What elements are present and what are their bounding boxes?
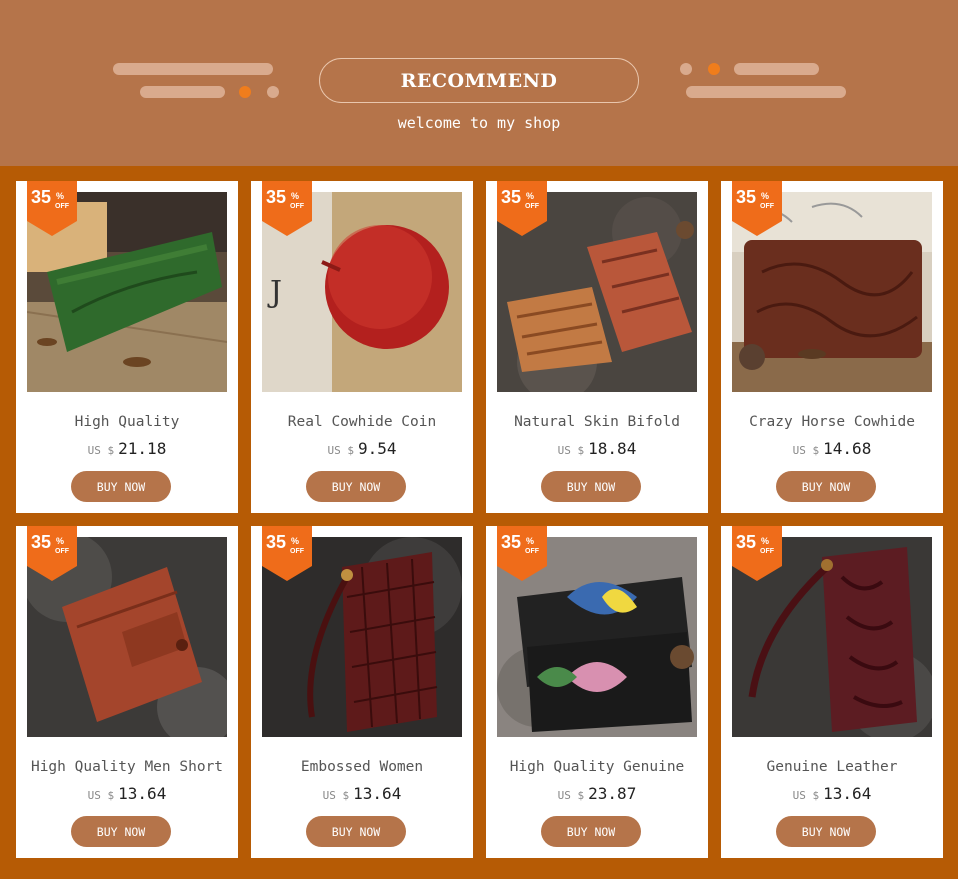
discount-value: 35 bbox=[501, 187, 522, 207]
discount-off: OFF bbox=[290, 548, 304, 555]
buy-now-button[interactable]: BUY NOW bbox=[541, 816, 641, 847]
buy-now-button[interactable]: BUY NOW bbox=[306, 471, 406, 502]
product-title[interactable]: High Quality Genuine bbox=[486, 759, 708, 775]
discount-value: 35 bbox=[736, 187, 757, 207]
buy-now-button[interactable]: BUY NOW bbox=[776, 471, 876, 502]
product-price: US $13.64 bbox=[16, 784, 238, 803]
product-card[interactable]: 35 % OFF Natural Skin Bifold US $18.84 B… bbox=[486, 181, 708, 513]
discount-percent: % bbox=[761, 536, 770, 546]
discount-value: 35 bbox=[266, 187, 287, 207]
discount-value: 35 bbox=[266, 532, 287, 552]
discount-percent: % bbox=[56, 536, 65, 546]
product-price: US $23.87 bbox=[486, 784, 708, 803]
decor-bar bbox=[113, 63, 273, 75]
welcome-subtitle: welcome to my shop bbox=[397, 114, 561, 132]
product-price: US $13.64 bbox=[721, 784, 943, 803]
discount-off: OFF bbox=[55, 548, 69, 555]
recommend-title: RECOMMEND bbox=[400, 69, 558, 92]
price-amount: 9.54 bbox=[357, 439, 397, 458]
discount-percent: % bbox=[526, 536, 535, 546]
product-card[interactable]: 35 % OFF High Quality US $21.18 BUY NOW bbox=[16, 181, 238, 513]
product-price: US $13.64 bbox=[251, 784, 473, 803]
product-title[interactable]: Embossed Women bbox=[251, 759, 473, 775]
price-amount: 13.64 bbox=[118, 784, 167, 803]
product-grid: 35 % OFF High Quality US $21.18 BUY NOW … bbox=[16, 181, 943, 858]
currency-label: US $ bbox=[557, 444, 585, 457]
svg-text:J: J bbox=[267, 275, 282, 310]
product-title[interactable]: Crazy Horse Cowhide bbox=[721, 414, 943, 430]
decor-dot-accent bbox=[239, 86, 251, 98]
price-amount: 13.64 bbox=[823, 784, 872, 803]
currency-label: US $ bbox=[557, 789, 585, 802]
product-title[interactable]: High Quality bbox=[16, 414, 238, 430]
buy-now-button[interactable]: BUY NOW bbox=[306, 816, 406, 847]
discount-percent: % bbox=[291, 191, 300, 201]
currency-label: US $ bbox=[322, 789, 350, 802]
product-card[interactable]: 35 % OFF High Quality Genuine US $23.87 … bbox=[486, 526, 708, 858]
discount-percent: % bbox=[56, 191, 65, 201]
discount-badge: 35 % OFF bbox=[497, 526, 547, 581]
discount-badge: 35 % OFF bbox=[262, 526, 312, 581]
discount-off: OFF bbox=[290, 203, 304, 210]
product-card[interactable]: 35 % OFF Crazy Horse Cowhide US $14.68 B… bbox=[721, 181, 943, 513]
product-card[interactable]: J 35 % OFF Real Cowhide Coin US $9.54 BU… bbox=[251, 181, 473, 513]
discount-off: OFF bbox=[55, 203, 69, 210]
currency-label: US $ bbox=[792, 789, 820, 802]
discount-percent: % bbox=[761, 191, 770, 201]
decor-bar bbox=[140, 86, 225, 98]
discount-off: OFF bbox=[760, 548, 774, 555]
currency-label: US $ bbox=[792, 444, 820, 457]
price-amount: 14.68 bbox=[823, 439, 872, 458]
discount-badge: 35 % OFF bbox=[262, 181, 312, 236]
buy-now-button[interactable]: BUY NOW bbox=[71, 816, 171, 847]
decor-dot bbox=[680, 63, 692, 75]
product-title[interactable]: Real Cowhide Coin bbox=[251, 414, 473, 430]
discount-value: 35 bbox=[31, 187, 52, 207]
discount-value: 35 bbox=[736, 532, 757, 552]
discount-value: 35 bbox=[501, 532, 522, 552]
discount-badge: 35 % OFF bbox=[732, 526, 782, 581]
discount-percent: % bbox=[291, 536, 300, 546]
recommend-header: RECOMMEND welcome to my shop bbox=[0, 0, 958, 166]
price-amount: 23.87 bbox=[588, 784, 637, 803]
discount-off: OFF bbox=[525, 203, 539, 210]
discount-badge: 35 % OFF bbox=[27, 526, 77, 581]
product-card[interactable]: 35 % OFF Genuine Leather US $13.64 BUY N… bbox=[721, 526, 943, 858]
price-amount: 13.64 bbox=[353, 784, 402, 803]
currency-label: US $ bbox=[327, 444, 354, 457]
discount-off: OFF bbox=[525, 548, 539, 555]
product-price: US $9.54 bbox=[251, 439, 473, 458]
recommend-title-pill: RECOMMEND bbox=[319, 58, 639, 103]
product-title[interactable]: Natural Skin Bifold bbox=[486, 414, 708, 430]
discount-badge: 35 % OFF bbox=[497, 181, 547, 236]
decor-dot bbox=[267, 86, 279, 98]
product-price: US $21.18 bbox=[16, 439, 238, 458]
product-card[interactable]: 35 % OFF High Quality Men Short US $13.6… bbox=[16, 526, 238, 858]
product-card[interactable]: 35 % OFF Embossed Women US $13.64 BUY NO… bbox=[251, 526, 473, 858]
product-title[interactable]: High Quality Men Short bbox=[16, 759, 238, 775]
discount-value: 35 bbox=[31, 532, 52, 552]
buy-now-button[interactable]: BUY NOW bbox=[776, 816, 876, 847]
price-amount: 21.18 bbox=[118, 439, 167, 458]
currency-label: US $ bbox=[87, 444, 115, 457]
currency-label: US $ bbox=[87, 789, 115, 802]
product-price: US $14.68 bbox=[721, 439, 943, 458]
discount-percent: % bbox=[526, 191, 535, 201]
buy-now-button[interactable]: BUY NOW bbox=[541, 471, 641, 502]
buy-now-button[interactable]: BUY NOW bbox=[71, 471, 171, 502]
discount-off: OFF bbox=[760, 203, 774, 210]
product-title[interactable]: Genuine Leather bbox=[721, 759, 943, 775]
decor-bar bbox=[686, 86, 846, 98]
decor-dot-accent bbox=[708, 63, 720, 75]
price-amount: 18.84 bbox=[588, 439, 637, 458]
decor-bar bbox=[734, 63, 819, 75]
discount-badge: 35 % OFF bbox=[732, 181, 782, 236]
discount-badge: 35 % OFF bbox=[27, 181, 77, 236]
product-price: US $18.84 bbox=[486, 439, 708, 458]
